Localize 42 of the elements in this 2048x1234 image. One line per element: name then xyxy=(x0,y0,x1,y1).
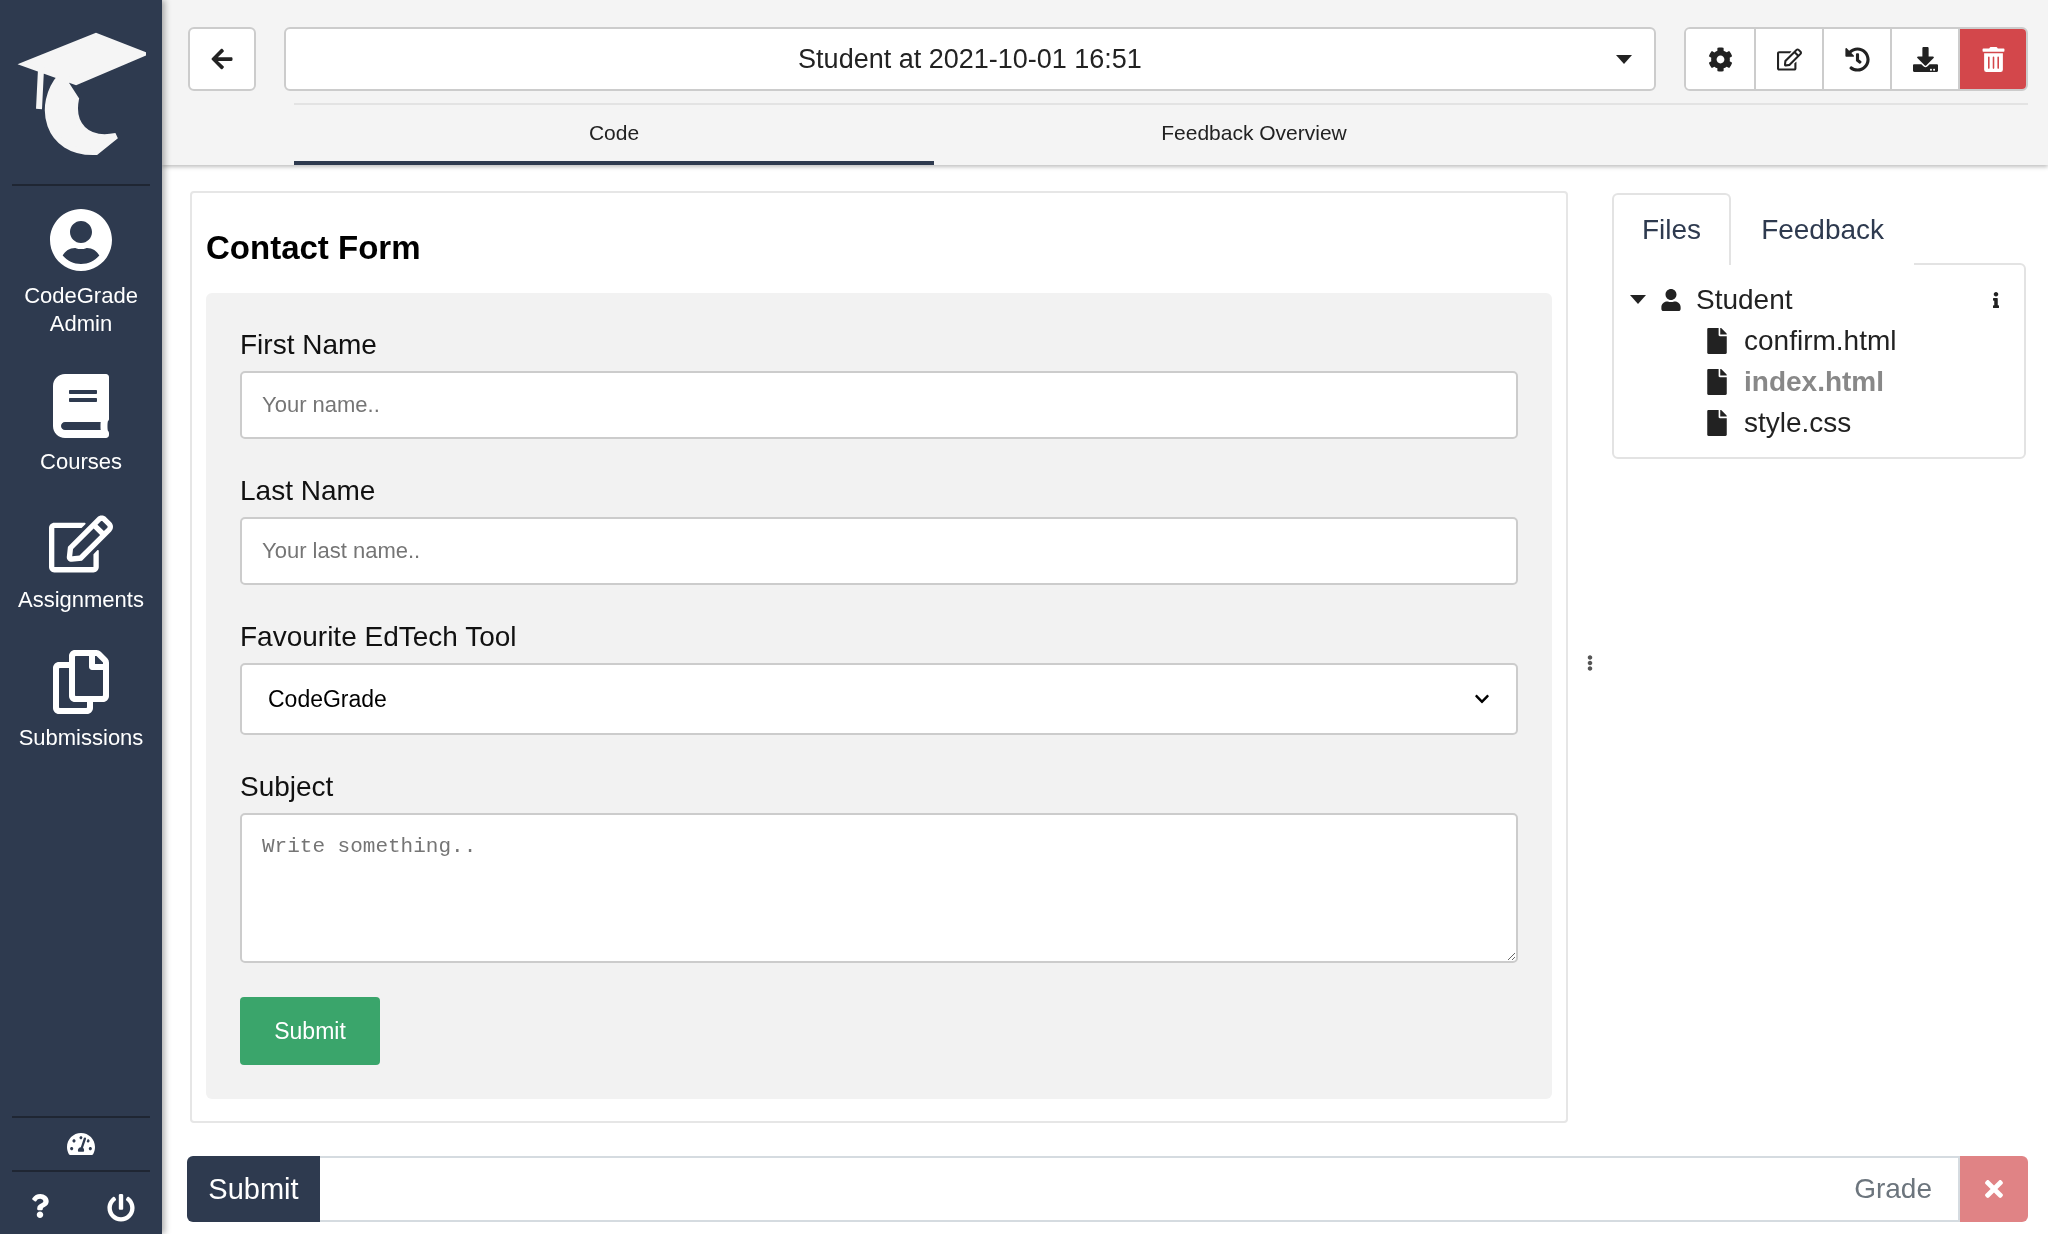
grade-field[interactable]: Grade xyxy=(320,1156,1960,1222)
submit-button[interactable]: Submit xyxy=(187,1156,320,1222)
sidebar-nav-link[interactable]: CodeGrade Admin xyxy=(24,208,138,338)
file-name[interactable]: confirm.html xyxy=(1744,324,1897,357)
delete-button[interactable] xyxy=(1958,29,2026,89)
history-button[interactable] xyxy=(1822,29,1890,89)
folder-name[interactable]: Student xyxy=(1696,283,1793,316)
user-icon xyxy=(1660,288,1682,311)
trash-icon xyxy=(1980,46,2006,72)
tab[interactable]: Code xyxy=(294,105,934,165)
caret-icon[interactable] xyxy=(1630,295,1646,304)
select-field[interactable]: CodeGrade xyxy=(240,663,1518,735)
settings-button[interactable] xyxy=(1686,29,1754,89)
tab[interactable]: Feedback Overview xyxy=(934,105,1574,165)
sidebar-nav-link[interactable]: Courses xyxy=(40,374,122,476)
edit-button[interactable] xyxy=(1754,29,1822,89)
field-label: First Name xyxy=(240,329,378,361)
sidebar-nav-link[interactable]: Submissions xyxy=(18,650,144,752)
tab[interactable]: Files xyxy=(1612,193,1732,265)
submission-select[interactable]: Student at 2021-10-01 16:51 xyxy=(284,27,1656,91)
gear-icon xyxy=(1707,46,1733,72)
edit-icon xyxy=(1776,46,1802,72)
file-icon xyxy=(1704,409,1730,436)
text-field[interactable]: Your last name.. xyxy=(240,517,1518,585)
textarea-field[interactable]: Write something.. xyxy=(240,813,1518,963)
file-icon xyxy=(1704,327,1730,354)
caret-icon xyxy=(1616,55,1632,64)
download-button[interactable] xyxy=(1890,29,1958,89)
sidebar-nav-link[interactable]: Assignments xyxy=(18,512,144,614)
arrow-left-icon xyxy=(210,47,234,71)
file-name[interactable]: style.css xyxy=(1744,406,1852,439)
history-icon xyxy=(1844,46,1870,72)
form-title: Contact Form xyxy=(206,229,422,267)
download-icon xyxy=(1912,46,1938,72)
back-button[interactable] xyxy=(188,27,256,91)
file-name[interactable]: index.html xyxy=(1744,365,1884,398)
field-label: Last Name xyxy=(240,475,377,507)
file-icon xyxy=(1704,368,1730,395)
field-label: Subject xyxy=(240,771,335,803)
close-button[interactable] xyxy=(1960,1156,2028,1222)
text-field[interactable]: Your name.. xyxy=(240,371,1518,439)
field-label: Favourite EdTech Tool xyxy=(240,621,518,653)
